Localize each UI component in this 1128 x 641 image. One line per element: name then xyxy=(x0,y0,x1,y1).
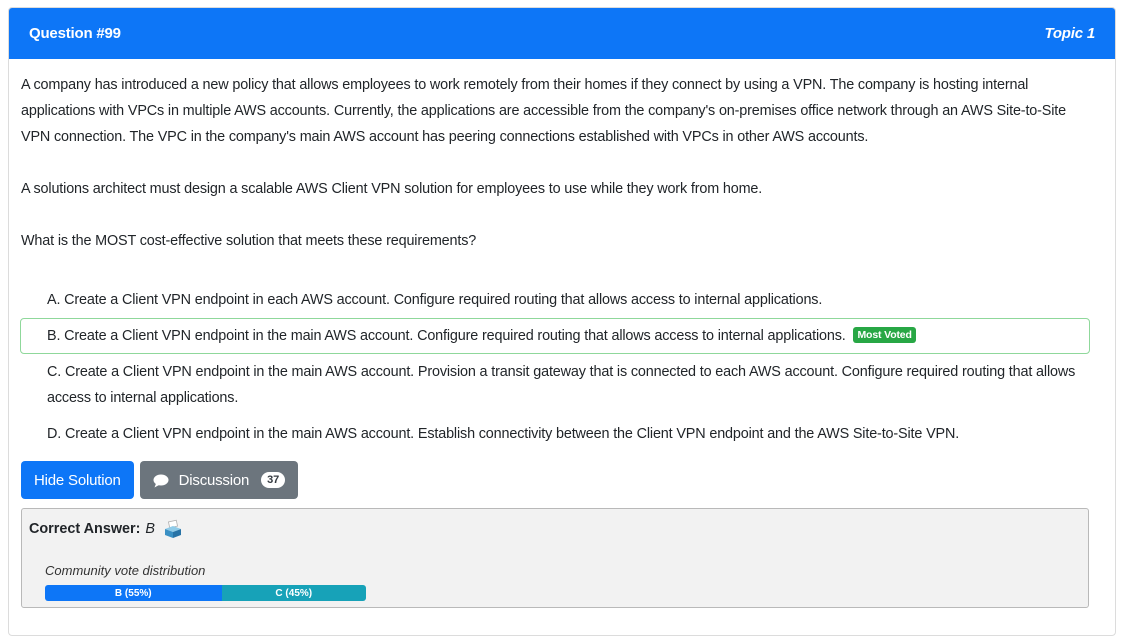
answer-box: Correct Answer: B Community vote distrib… xyxy=(21,508,1089,608)
action-buttons: Hide Solution Discussion 37 xyxy=(21,461,298,499)
correct-answer-line: Correct Answer: B xyxy=(29,519,183,539)
ballot-box-icon[interactable] xyxy=(163,519,183,539)
chat-bubble-icon xyxy=(153,474,169,488)
vote-segment-b: B (55%) xyxy=(45,585,222,601)
correct-answer-label: Correct Answer: xyxy=(29,521,141,537)
question-number: Question #99 xyxy=(29,25,121,42)
choice-text: Create a Client VPN endpoint in the main… xyxy=(64,328,846,344)
discussion-count-badge: 37 xyxy=(261,472,285,488)
question-body: A company has introduced a new policy th… xyxy=(21,72,1087,254)
question-paragraph: A company has introduced a new policy th… xyxy=(21,77,1066,145)
correct-answer-value: B xyxy=(145,521,156,537)
choice-letter: A. xyxy=(47,292,61,308)
choice-text: Create a Client VPN endpoint in each AWS… xyxy=(64,292,823,308)
discussion-label: Discussion xyxy=(178,471,250,489)
choice-c[interactable]: C. Create a Client VPN endpoint in the m… xyxy=(20,354,1090,416)
vote-distribution-label: Community vote distribution xyxy=(45,563,206,578)
most-voted-badge: Most Voted xyxy=(853,327,916,343)
choice-d[interactable]: D. Create a Client VPN endpoint in the m… xyxy=(20,416,1090,452)
choice-text: Create a Client VPN endpoint in the main… xyxy=(64,426,960,442)
choice-b[interactable]: B. Create a Client VPN endpoint in the m… xyxy=(20,318,1090,354)
choice-letter: C. xyxy=(47,364,62,380)
vote-segment-b-label: B (55%) xyxy=(114,587,152,599)
choices-list: A. Create a Client VPN endpoint in each … xyxy=(20,282,1090,452)
choice-a[interactable]: A. Create a Client VPN endpoint in each … xyxy=(20,282,1090,318)
vote-distribution-bar: B (55%) C (45%) xyxy=(45,585,366,601)
question-topic: Topic 1 xyxy=(1044,25,1095,42)
discussion-button[interactable]: Discussion 37 xyxy=(139,461,298,499)
choice-text: Create a Client VPN endpoint in the main… xyxy=(47,364,1076,406)
choice-letter: D. xyxy=(47,426,62,442)
question-header: Question #99 Topic 1 xyxy=(9,8,1115,59)
choice-letter: B. xyxy=(47,328,61,344)
question-paragraph: What is the MOST cost-effective solution… xyxy=(21,233,477,249)
vote-segment-c-label: C (45%) xyxy=(275,587,313,599)
hide-solution-button[interactable]: Hide Solution xyxy=(21,461,134,499)
question-paragraph: A solutions architect must design a scal… xyxy=(21,181,763,197)
vote-segment-c: C (45%) xyxy=(221,585,366,601)
hide-solution-label: Hide Solution xyxy=(34,471,121,489)
